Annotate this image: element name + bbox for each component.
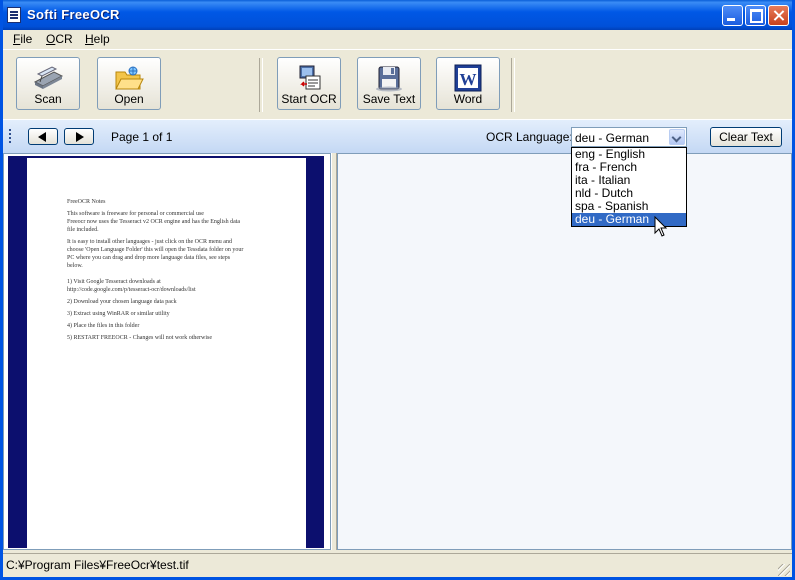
menu-file[interactable]: File xyxy=(13,32,32,46)
window-title: Softi FreeOCR xyxy=(27,7,120,22)
selected-language: deu - German xyxy=(575,131,650,145)
document-text-line: This software is freeware for personal o… xyxy=(67,211,204,217)
mouse-pointer-icon xyxy=(654,216,668,237)
start-ocr-button[interactable]: Start OCR xyxy=(277,57,341,110)
menu-ocr[interactable]: OCR xyxy=(46,32,73,46)
page-indicator: Page 1 of 1 xyxy=(111,130,173,144)
menu-help[interactable]: Help xyxy=(85,32,110,46)
document-text-line: 4) Place the files in this folder xyxy=(67,323,140,329)
toolbar-separator xyxy=(511,58,515,112)
menu-bar: File OCR Help xyxy=(3,30,792,49)
resize-grip[interactable] xyxy=(778,564,790,576)
toolbar-grip[interactable] xyxy=(9,129,11,144)
save-text-button[interactable]: Save Text xyxy=(357,57,421,110)
toolbar: Scan Open Start OCR Save Text W Word xyxy=(3,49,792,120)
app-window: Softi FreeOCR File OCR Help Scan Open St… xyxy=(0,0,795,580)
image-preview-pane[interactable]: FreeOCR Notes This software is freeware f… xyxy=(3,153,331,550)
word-button[interactable]: W Word xyxy=(436,57,500,110)
toolbar-separator xyxy=(259,58,263,112)
open-button[interactable]: Open xyxy=(97,57,161,110)
document-text-line: PC where you can drag and drop more lang… xyxy=(67,255,231,261)
ocr-language-label: OCR Language: xyxy=(486,130,573,144)
language-option[interactable]: deu - German xyxy=(572,213,686,226)
scan-label: Scan xyxy=(34,92,62,106)
start-ocr-label: Start OCR xyxy=(281,92,337,106)
document-text-line: choose 'Open Language Folder' this will … xyxy=(67,247,244,253)
document-text-line: 3) Extract using WinRAR or similar utili… xyxy=(67,311,170,317)
document-text-line: below. xyxy=(67,263,83,269)
previous-page-button[interactable] xyxy=(28,128,58,145)
maximize-button[interactable] xyxy=(745,5,766,26)
document-text-line: 2) Download your chosen language data pa… xyxy=(67,299,177,305)
scan-button[interactable]: Scan xyxy=(16,57,80,110)
word-label: Word xyxy=(453,92,483,106)
clear-text-button[interactable]: Clear Text xyxy=(710,127,782,147)
document-text-line: Freeocr now uses the Tesseract v2 OCR en… xyxy=(67,219,241,225)
document-background: FreeOCR Notes This software is freeware f… xyxy=(8,156,324,549)
file-path: C:¥Program Files¥FreeOcr¥test.tif xyxy=(6,558,189,572)
document-text-line: 1) Visit Google Tesseract downloads at xyxy=(67,279,161,285)
title-bar[interactable]: Softi FreeOCR xyxy=(3,0,792,30)
open-label: Open xyxy=(114,92,144,106)
document-page: FreeOCR Notes This software is freeware f… xyxy=(27,158,306,549)
close-button[interactable] xyxy=(768,5,789,26)
app-icon xyxy=(7,7,21,23)
arrow-left-icon xyxy=(38,132,46,142)
svg-text:W: W xyxy=(460,70,477,89)
status-bar: C:¥Program Files¥FreeOcr¥test.tif xyxy=(3,553,792,577)
word-icon: W xyxy=(454,64,482,92)
document-text-line: file included. xyxy=(67,227,99,233)
save-text-label: Save Text xyxy=(362,92,416,106)
ocr-text-output[interactable] xyxy=(337,153,792,550)
chevron-down-icon[interactable] xyxy=(669,129,685,145)
scanner-icon xyxy=(33,66,64,89)
minimize-button[interactable] xyxy=(722,5,743,26)
language-dropdown-list: eng - English fra - French ita - Italian nl… xyxy=(571,147,687,227)
ocr-language-select[interactable]: deu - German xyxy=(571,127,687,147)
document-text-line: It is easy to install other languages - … xyxy=(67,239,232,245)
document-text-line: 5) RESTART FREEOCR - Changes will not wo… xyxy=(67,335,213,341)
document-text-line: http://code.google.com/p/tesseract-ocr/d… xyxy=(67,287,196,293)
save-disk-icon xyxy=(376,66,402,92)
next-page-button[interactable] xyxy=(64,128,94,145)
arrow-right-icon xyxy=(76,132,84,142)
document-text-line: FreeOCR Notes xyxy=(67,199,106,205)
folder-open-icon xyxy=(115,66,144,90)
ocr-icon xyxy=(299,65,321,90)
